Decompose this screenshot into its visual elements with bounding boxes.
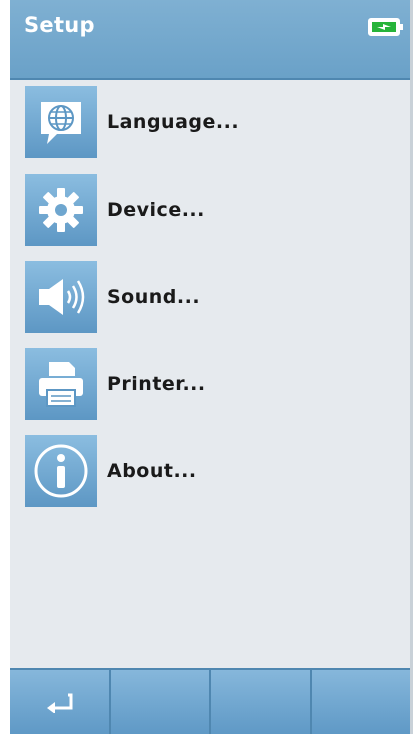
menu-item-label: Language... xyxy=(107,111,240,133)
footer-button-4[interactable] xyxy=(312,670,411,734)
menu-item-sound[interactable]: Sound... xyxy=(25,259,365,335)
menu-item-label: About... xyxy=(107,460,197,482)
info-icon xyxy=(25,435,97,507)
device-screen: Setup Language... Device... Sound... Pri… xyxy=(10,0,413,734)
menu-item-device[interactable]: Device... xyxy=(25,172,365,248)
speaker-icon xyxy=(25,261,97,333)
back-button[interactable] xyxy=(10,670,111,734)
menu-item-about[interactable]: About... xyxy=(25,433,365,509)
back-arrow-icon xyxy=(47,693,73,713)
page-title: Setup xyxy=(24,13,95,37)
menu-item-label: Printer... xyxy=(107,373,206,395)
footer-bar xyxy=(10,668,410,734)
header-bar: Setup xyxy=(10,0,410,80)
gear-icon xyxy=(25,174,97,246)
menu-item-label: Device... xyxy=(107,199,205,221)
globe-speech-bubble-icon xyxy=(25,86,97,158)
battery-charging-icon xyxy=(368,18,403,36)
printer-icon xyxy=(25,348,97,420)
menu-item-printer[interactable]: Printer... xyxy=(25,346,365,422)
menu-item-label: Sound... xyxy=(107,286,201,308)
menu-item-language[interactable]: Language... xyxy=(25,84,365,160)
footer-button-2[interactable] xyxy=(111,670,211,734)
footer-button-3[interactable] xyxy=(211,670,312,734)
